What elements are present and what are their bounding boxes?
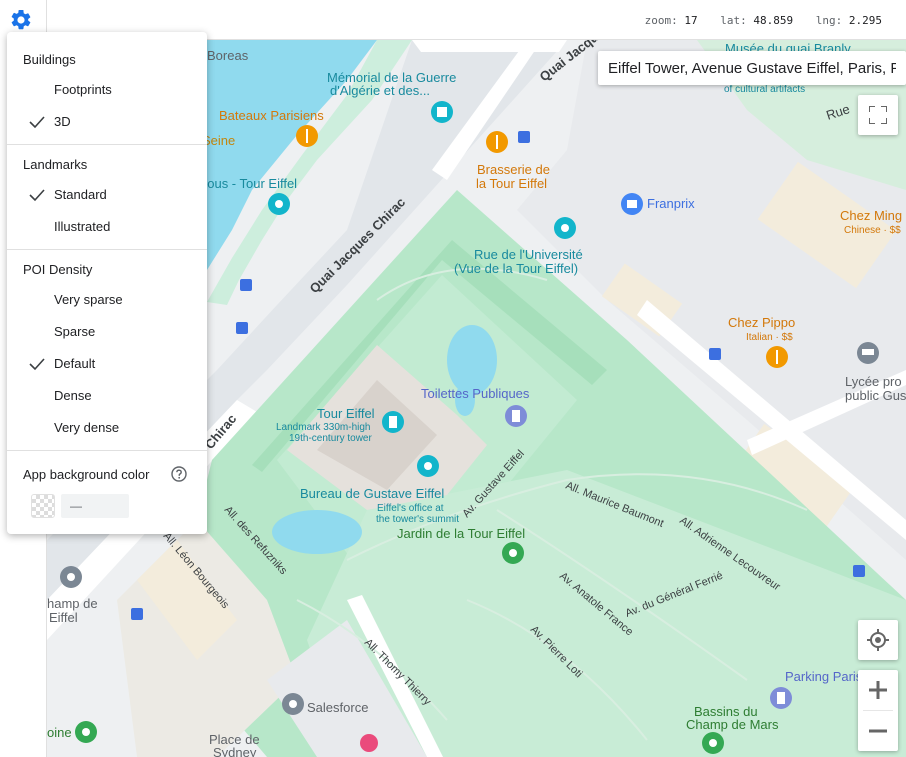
color-swatch[interactable] [31, 494, 55, 518]
label-bous: bous - Tour Eiffel [200, 176, 297, 191]
my-location-icon [867, 629, 889, 651]
option-very-sparse[interactable]: Very sparse [7, 284, 207, 316]
option-footprints[interactable]: Footprints [7, 74, 207, 106]
fullscreen-button[interactable] [858, 95, 898, 135]
search-input[interactable] [598, 51, 906, 85]
option-illustrated[interactable]: Illustrated [7, 211, 207, 243]
search-box[interactable] [598, 51, 906, 85]
label-champ-2: Eiffel [49, 610, 78, 625]
help-icon[interactable] [171, 466, 187, 482]
label-office-1: Eiffel's office at [377, 503, 444, 514]
label-chinese: Chinese · $$ [844, 225, 901, 236]
option-label: Very dense [54, 420, 120, 435]
zoom-in-button[interactable] [858, 670, 898, 710]
label-memorial-2: d'Algérie et des... [330, 83, 430, 98]
option-label: Standard [54, 187, 107, 202]
label-bureau: Bureau de Gustave Eiffel [300, 486, 444, 501]
label-rue-univ-2: (Vue de la Tour Eiffel) [454, 261, 578, 276]
label-salesforce: Salesforce [307, 700, 368, 715]
check-icon [29, 116, 45, 129]
divider [7, 249, 207, 250]
label-all-baumont: All. Maurice Baumont [564, 480, 665, 530]
landmarks-title: Landmarks [23, 157, 88, 172]
label-all-thierry: All. Thomy Thierry [362, 637, 434, 709]
poi-density-title: POI Density [23, 262, 93, 277]
lng-value: 2.295 [848, 14, 882, 27]
label-landmark-2: 19th-century tower [289, 433, 372, 444]
lat-label: lat: [720, 14, 747, 27]
check-icon [29, 358, 45, 371]
option-very-dense[interactable]: Very dense [7, 412, 207, 444]
background-color-input[interactable] [61, 494, 129, 518]
divider [7, 450, 207, 451]
label-boreas: Boreas [207, 48, 249, 63]
option-default[interactable]: Default [7, 348, 207, 380]
label-av-loti: Av. Pierre Loti [528, 624, 585, 681]
label-av-france: Av. Anatole France [557, 570, 635, 638]
app-root: Boreas Mémorial de la Guerre d'Algérie e… [0, 0, 906, 757]
option-standard[interactable]: Standard [7, 179, 207, 211]
fullscreen-icon [869, 106, 887, 124]
label-landmark-1: Landmark 330m-high [276, 422, 371, 433]
option-3d[interactable]: 3D [7, 106, 207, 138]
zoom-value: 17 [684, 14, 698, 27]
label-toilettes: Toilettes Publiques [421, 386, 530, 401]
label-italian: Italian · $$ [746, 332, 793, 343]
label-chezpippo: Chez Pippo [728, 315, 795, 330]
label-lycee-1: Lycée pro [845, 374, 902, 389]
label-rue: Rue [824, 101, 851, 123]
label-jardin: Jardin de la Tour Eiffel [397, 526, 525, 541]
minus-icon [869, 729, 887, 733]
label-chezming: Chez Ming [840, 208, 902, 223]
label-brasserie-2: la Tour Eiffel [476, 176, 547, 191]
divider [7, 144, 207, 145]
lat-value: 48.859 [753, 14, 794, 27]
gear-icon[interactable] [9, 8, 33, 32]
label-place-2: Sydney [213, 745, 257, 757]
label-rue-univ-1: Rue de l'Université [474, 247, 583, 262]
label-lycee-2: public Gus [845, 388, 906, 403]
label-leon-bourgeois: All. Léon Bourgeois [161, 530, 232, 611]
option-dense[interactable]: Dense [7, 380, 207, 412]
buildings-title: Buildings [23, 52, 76, 67]
coordinate-readout: zoom: 17 lat: 48.859 lng: 2.295 [645, 14, 882, 27]
check-icon [29, 189, 45, 202]
lng-label: lng: [815, 14, 843, 27]
my-location-button[interactable] [858, 620, 898, 660]
label-av-ferrie: Av. du Général Ferrié [624, 570, 725, 620]
label-bassins-2: Champ de Mars [686, 717, 779, 732]
label-av-gustave: Av. Gustave Eiffel [460, 448, 527, 520]
label-tour-eiffel: Tour Eiffel [317, 406, 375, 421]
label-champ-1: hamp de [47, 596, 98, 611]
label-quai-chirac: Quai Jacques Chirac [307, 195, 409, 297]
option-label: Sparse [54, 324, 96, 339]
plus-icon [869, 681, 887, 699]
option-label: Footprints [54, 82, 112, 97]
label-office-2: the tower's summit [376, 514, 459, 525]
label-chirac: Chirac [202, 411, 240, 452]
label-brasserie-1: Brasserie de [477, 162, 550, 177]
zoom-label: zoom: [644, 14, 678, 27]
option-label: 3D [54, 114, 71, 129]
label-oine: oine [47, 725, 72, 740]
label-all-refuzniks: All. des Refuzniks [222, 504, 290, 577]
option-label: Default [54, 356, 96, 371]
label-cultural: of cultural artifacts [724, 84, 805, 95]
option-label: Dense [54, 388, 92, 403]
zoom-out-button[interactable] [858, 711, 898, 751]
option-label: Very sparse [54, 292, 123, 307]
option-label: Illustrated [54, 219, 111, 234]
label-franprix: Franprix [647, 196, 695, 211]
zoom-control [858, 670, 898, 751]
label-bateaux: Bateaux Parisiens [219, 108, 324, 123]
settings-menu: Buildings Footprints 3D Landmarks Standa… [7, 32, 207, 534]
option-sparse[interactable]: Sparse [7, 316, 207, 348]
background-color-title: App background color [23, 467, 150, 482]
